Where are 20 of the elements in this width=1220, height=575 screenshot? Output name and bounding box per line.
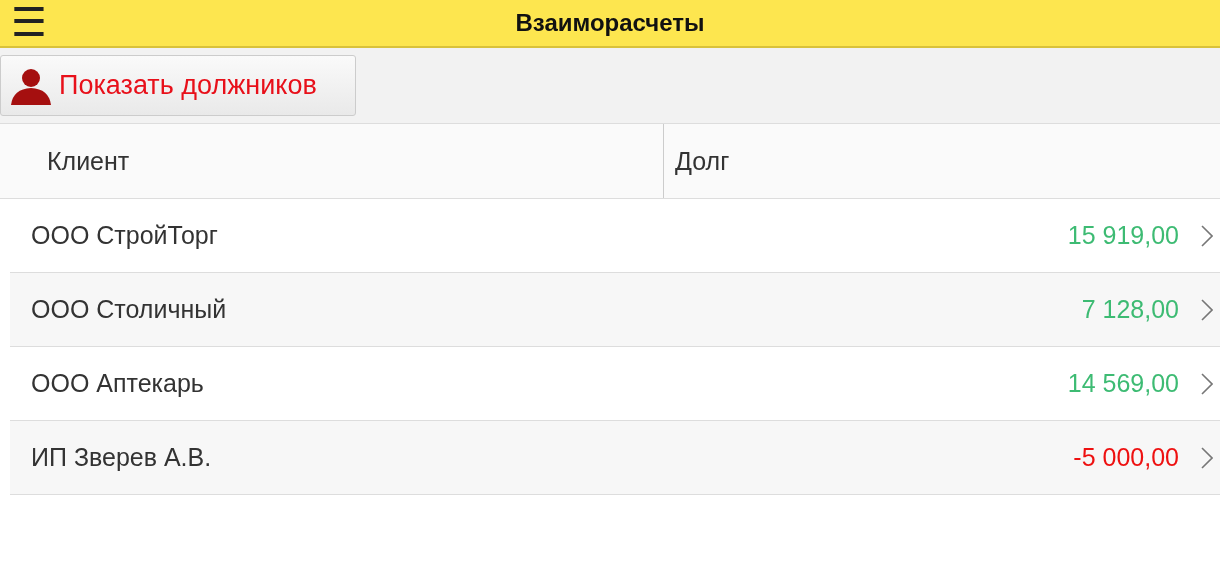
chevron-icon [1201, 224, 1213, 247]
screen-title: Взаиморасчеты [515, 9, 705, 37]
column-header: Долг [674, 145, 730, 177]
debt-amount: 15 919,00 [1067, 221, 1179, 250]
chevron-icon [1201, 372, 1213, 395]
client-name: ООО Аптекарь [30, 369, 204, 398]
client-name: ООО Столичный [30, 295, 227, 324]
debt-amount: -5 000,00 [1073, 443, 1179, 472]
show-debtors-button[interactable]: Показать должников [0, 55, 356, 116]
client-name: ИП Зверев А.В. [30, 443, 212, 472]
table-row[interactable]: ООО Столичный 7 128,00 [10, 273, 1220, 347]
chevron-icon [1201, 298, 1213, 321]
debt-amount: 14 569,00 [1067, 369, 1179, 398]
table-row[interactable]: ИП Зверев А.В. -5 000,00 [10, 421, 1220, 495]
column-header: Клиент [0, 124, 664, 198]
menu-icon[interactable]: ☰ [11, 0, 47, 44]
client-name: ООО СтройТорг [30, 221, 218, 250]
debt-amount: 7 128,00 [1081, 295, 1179, 324]
person-icon [9, 66, 53, 105]
chevron-icon [1201, 446, 1213, 469]
